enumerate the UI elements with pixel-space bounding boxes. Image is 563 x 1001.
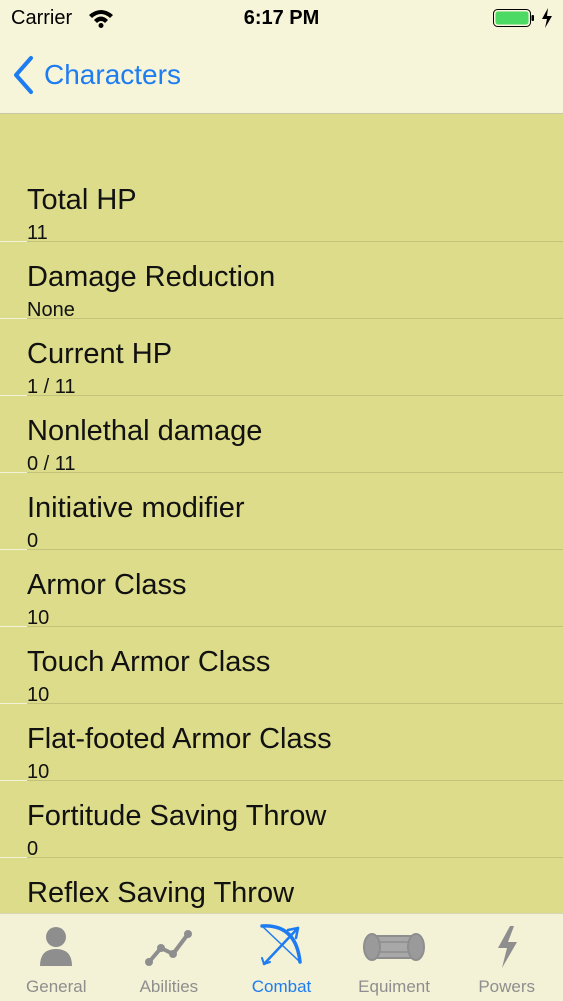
charging-bolt-icon: [542, 8, 552, 28]
lightning-icon: [497, 926, 517, 968]
tab-powers[interactable]: Powers: [450, 914, 563, 1001]
bow-arrow-icon: [260, 924, 303, 966]
list-item[interactable]: Armor Class 10: [0, 550, 563, 629]
list-item[interactable]: Current HP 1 / 11: [0, 319, 563, 398]
row-title: Damage Reduction: [27, 261, 276, 293]
list-item[interactable]: Total HP 11: [0, 165, 563, 244]
back-button[interactable]: Characters: [12, 54, 181, 96]
tab-general[interactable]: General: [0, 914, 113, 1001]
row-title: Current HP: [27, 338, 173, 370]
list-item[interactable]: Initiative modifier 0: [0, 473, 563, 552]
list-item[interactable]: Nonlethal damage 0 / 11: [0, 396, 563, 475]
back-button-label: Characters: [44, 59, 181, 90]
status-bar: Carrier 6:17 PM: [0, 0, 563, 38]
tab-label: Equiment: [358, 977, 430, 996]
row-title: Total HP: [27, 184, 137, 216]
chart-line-icon: [144, 930, 192, 966]
chevron-left-icon: [14, 56, 33, 94]
tab-combat[interactable]: Combat: [225, 914, 338, 1001]
tab-abilities[interactable]: Abilities: [113, 914, 226, 1001]
tab-label: General: [26, 977, 87, 996]
tab-equipment[interactable]: Equiment: [338, 914, 451, 1001]
row-title: Initiative modifier: [27, 492, 245, 524]
row-title: Armor Class: [27, 569, 187, 601]
list-item[interactable]: Reflex Saving Throw: [0, 858, 563, 913]
tab-label: Combat: [251, 977, 312, 996]
tab-label: Abilities: [139, 977, 199, 996]
row-title: Reflex Saving Throw: [27, 877, 295, 909]
scroll-icon: [363, 933, 426, 961]
row-title: Nonlethal damage: [27, 415, 263, 447]
tab-label: Powers: [478, 977, 536, 996]
navigation-bar: Characters: [0, 38, 563, 114]
clock: 6:17 PM: [243, 7, 320, 29]
person-icon: [40, 927, 73, 966]
combat-stats-list[interactable]: Total HP 11 Damage Reduction None Curren…: [0, 165, 563, 913]
battery-icon: [493, 9, 534, 27]
list-item[interactable]: Flat-footed Armor Class 10: [0, 704, 563, 783]
list-item[interactable]: Damage Reduction None: [0, 242, 563, 321]
row-title: Touch Armor Class: [27, 646, 271, 678]
tab-bar: General Abilities Combat Equiment Powers: [0, 913, 563, 1001]
row-title: Flat-footed Armor Class: [27, 723, 332, 755]
list-item[interactable]: Fortitude Saving Throw 0: [0, 781, 563, 860]
list-item[interactable]: Touch Armor Class 10: [0, 627, 563, 706]
row-title: Fortitude Saving Throw: [27, 800, 327, 832]
